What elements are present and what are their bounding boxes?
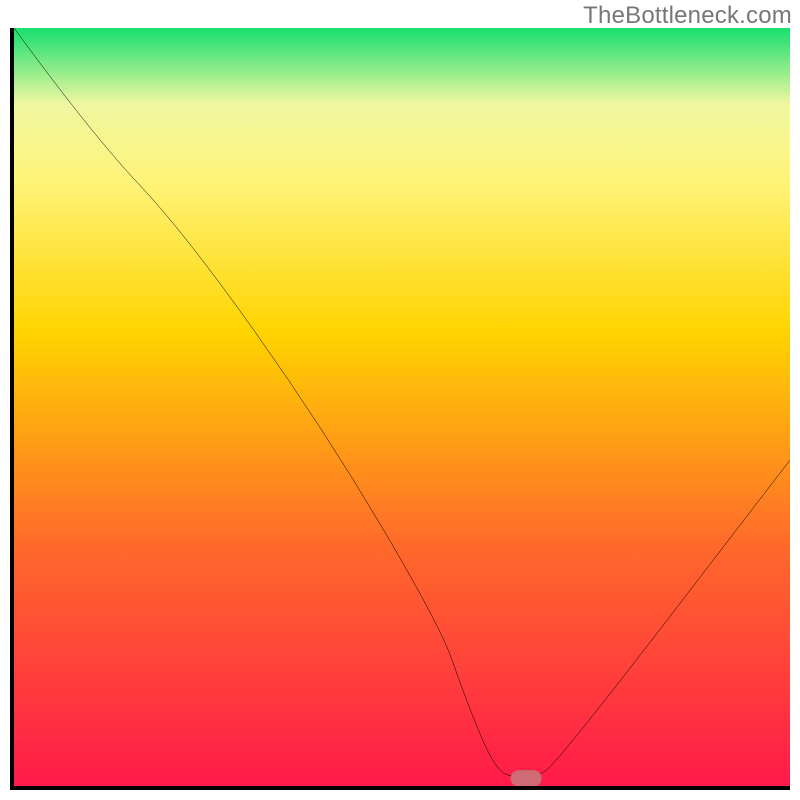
optimal-marker: [511, 770, 542, 786]
plot-area: [14, 28, 790, 786]
gradient-background: [14, 28, 790, 786]
chart-frame: TheBottleneck.com: [0, 0, 800, 800]
plot-svg: [14, 28, 790, 786]
plot-axes: [10, 28, 790, 790]
watermark-text: TheBottleneck.com: [583, 2, 792, 30]
